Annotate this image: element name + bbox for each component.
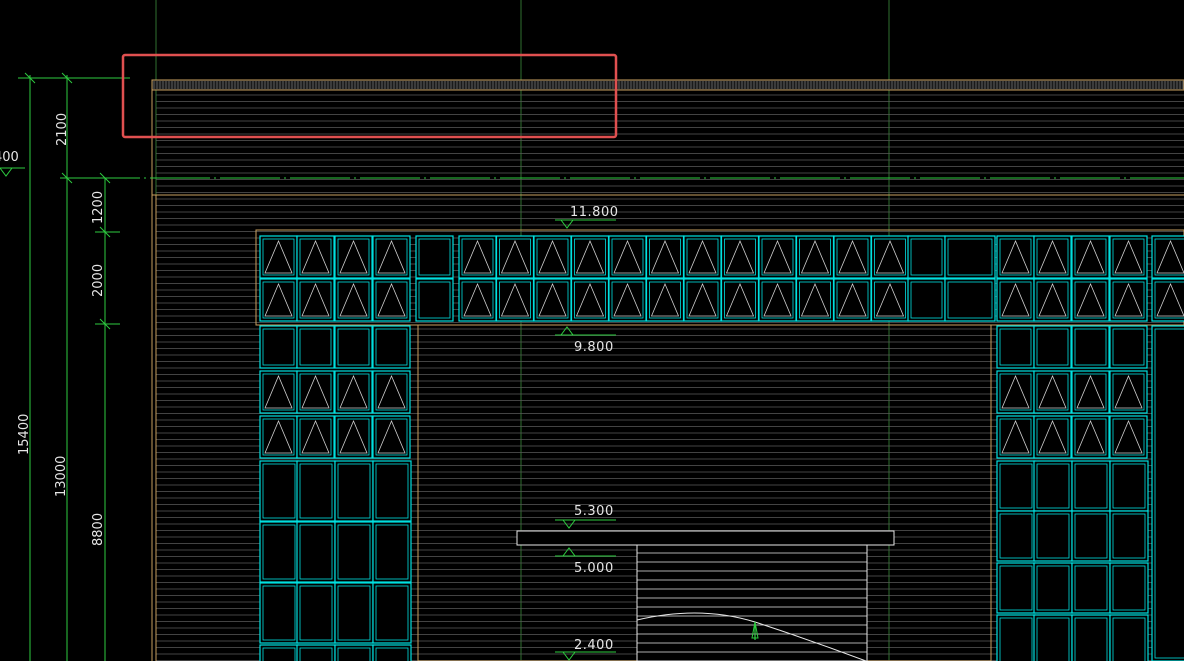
- elevation-label-9800: 9.800: [574, 340, 614, 355]
- dim-label-13000: 13000: [54, 456, 69, 497]
- dim-label-2100: 2100: [55, 113, 70, 146]
- elevation-label-5300: 5.300: [574, 504, 614, 519]
- entrance-canopy: [516, 530, 895, 546]
- elevation-label-11800: 11.800: [570, 205, 619, 220]
- dim-label-2000: 2000: [91, 264, 106, 297]
- dim-label-8800: 8800: [91, 513, 106, 546]
- dim-label-15400: 15400: [17, 414, 32, 455]
- dim-label-400: 400: [0, 150, 19, 165]
- elevation-label-2400: 2.400: [574, 638, 614, 653]
- cad-drawing-canvas[interactable]: 400 2100 1200 2000 15400 13000 8800 11.8…: [0, 0, 1184, 661]
- elevation-label-5000: 5.000: [574, 561, 614, 576]
- entrance-door: [636, 544, 868, 661]
- dim-label-1200: 1200: [91, 191, 106, 224]
- parapet-coping: [151, 79, 1184, 91]
